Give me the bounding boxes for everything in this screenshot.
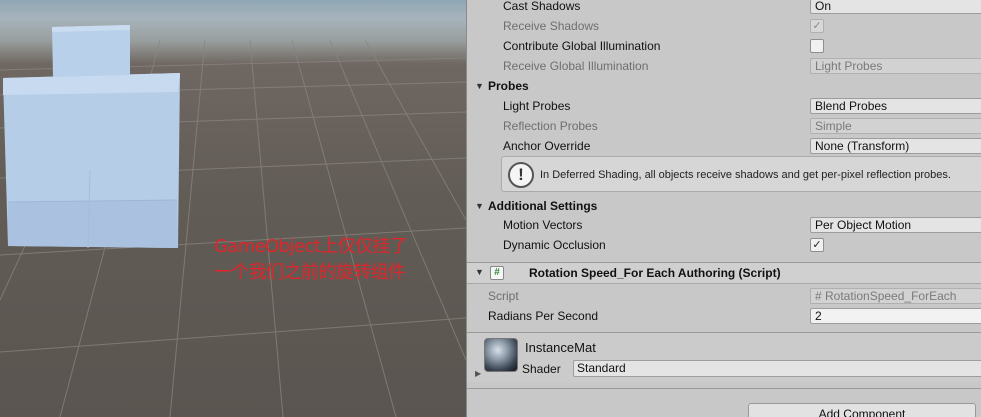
material-foldout-icon[interactable]: ▶ bbox=[475, 369, 481, 378]
annotation-text: GameObject上仅仅挂了 一个我们之前的旋转组件 bbox=[214, 234, 464, 286]
light-probes-label: Light Probes bbox=[503, 99, 571, 113]
reflection-probes-dropdown[interactable]: Simple bbox=[810, 118, 981, 134]
contribute-gi-row: Contribute Global Illumination bbox=[467, 36, 981, 56]
light-probes-dropdown[interactable]: Blend Probes bbox=[810, 98, 981, 114]
receive-gi-row: Receive Global Illumination Light Probes bbox=[467, 56, 981, 76]
contribute-gi-label: Contribute Global Illumination bbox=[503, 39, 661, 53]
receive-shadows-row: Receive Shadows ✓ bbox=[467, 16, 981, 36]
radians-per-second-input[interactable]: 2 bbox=[810, 308, 981, 324]
contribute-gi-checkbox[interactable] bbox=[810, 39, 824, 53]
cast-shadows-row: Cast Shadows On bbox=[467, 0, 981, 16]
light-probes-row: Light Probes Blend Probes bbox=[467, 96, 981, 116]
anchor-override-field[interactable]: None (Transform) bbox=[810, 138, 981, 154]
info-warning-icon: ! bbox=[508, 162, 534, 188]
component-title: Rotation Speed_For Each Authoring (Scrip… bbox=[529, 266, 781, 280]
cube-object[interactable] bbox=[3, 25, 180, 249]
reflection-probes-row: Reflection Probes Simple bbox=[467, 116, 981, 136]
receive-shadows-label: Receive Shadows bbox=[503, 19, 600, 33]
motion-vectors-row: Motion Vectors Per Object Motion bbox=[467, 215, 981, 235]
motion-vectors-dropdown[interactable]: Per Object Motion bbox=[810, 217, 981, 233]
receive-shadows-checkbox[interactable]: ✓ bbox=[810, 19, 824, 33]
cast-shadows-dropdown[interactable]: On bbox=[810, 0, 981, 14]
material-name: InstanceMat bbox=[525, 340, 596, 355]
script-row: Script # RotationSpeed_ForEach bbox=[467, 286, 981, 306]
dynamic-occlusion-checkbox[interactable]: ✓ bbox=[810, 238, 824, 252]
script-object-field[interactable]: # RotationSpeed_ForEach bbox=[810, 288, 981, 304]
annotation-line-1: GameObject上仅仅挂了 bbox=[214, 236, 408, 257]
anchor-override-label: Anchor Override bbox=[503, 139, 591, 153]
receive-gi-dropdown[interactable]: Light Probes bbox=[810, 58, 981, 74]
scene-grid-and-cube bbox=[0, 25, 466, 417]
probes-title: Probes bbox=[488, 79, 529, 93]
script-icon[interactable]: # bbox=[490, 266, 504, 280]
component-foldout-icon[interactable]: ▼ bbox=[475, 267, 484, 277]
cast-shadows-label: Cast Shadows bbox=[503, 0, 581, 13]
divider bbox=[467, 388, 981, 389]
inspector-panel: Cast Shadows On Receive Shadows ✓ Contri… bbox=[466, 0, 981, 417]
dynamic-occlusion-label: Dynamic Occlusion bbox=[503, 238, 606, 252]
probes-section-header[interactable]: ▼ Probes bbox=[467, 76, 981, 96]
additional-settings-header[interactable]: ▼ Additional Settings bbox=[467, 196, 981, 216]
radians-per-second-label: Radians Per Second bbox=[488, 309, 599, 323]
deferred-shading-helpbox: ! In Deferred Shading, all objects recei… bbox=[501, 156, 981, 192]
scene-view[interactable]: GameObject上仅仅挂了 一个我们之前的旋转组件 bbox=[0, 0, 466, 417]
shader-label: Shader bbox=[522, 362, 561, 376]
additional-settings-title: Additional Settings bbox=[488, 199, 598, 213]
material-preview-sphere-icon[interactable] bbox=[484, 338, 518, 372]
material-section: InstanceMat Shader Standard ▶ bbox=[467, 332, 981, 382]
receive-gi-label: Receive Global Illumination bbox=[503, 59, 649, 73]
dynamic-occlusion-row: Dynamic Occlusion ✓ bbox=[467, 235, 981, 255]
script-label: Script bbox=[488, 289, 519, 303]
reflection-probes-label: Reflection Probes bbox=[503, 119, 598, 133]
add-component-button[interactable]: Add Component bbox=[748, 403, 976, 417]
probes-foldout-icon[interactable]: ▼ bbox=[475, 81, 484, 91]
motion-vectors-label: Motion Vectors bbox=[503, 218, 583, 232]
rotation-speed-component-header[interactable]: ▼ # Rotation Speed_For Each Authoring (S… bbox=[467, 262, 981, 284]
anchor-override-row: Anchor Override None (Transform) bbox=[467, 136, 981, 156]
annotation-line-2: 一个我们之前的旋转组件 bbox=[214, 262, 406, 283]
radians-row: Radians Per Second 2 bbox=[467, 306, 981, 326]
shader-dropdown[interactable]: Standard bbox=[573, 360, 981, 377]
helpbox-text: In Deferred Shading, all objects receive… bbox=[540, 169, 951, 181]
additional-settings-foldout-icon[interactable]: ▼ bbox=[475, 201, 484, 211]
